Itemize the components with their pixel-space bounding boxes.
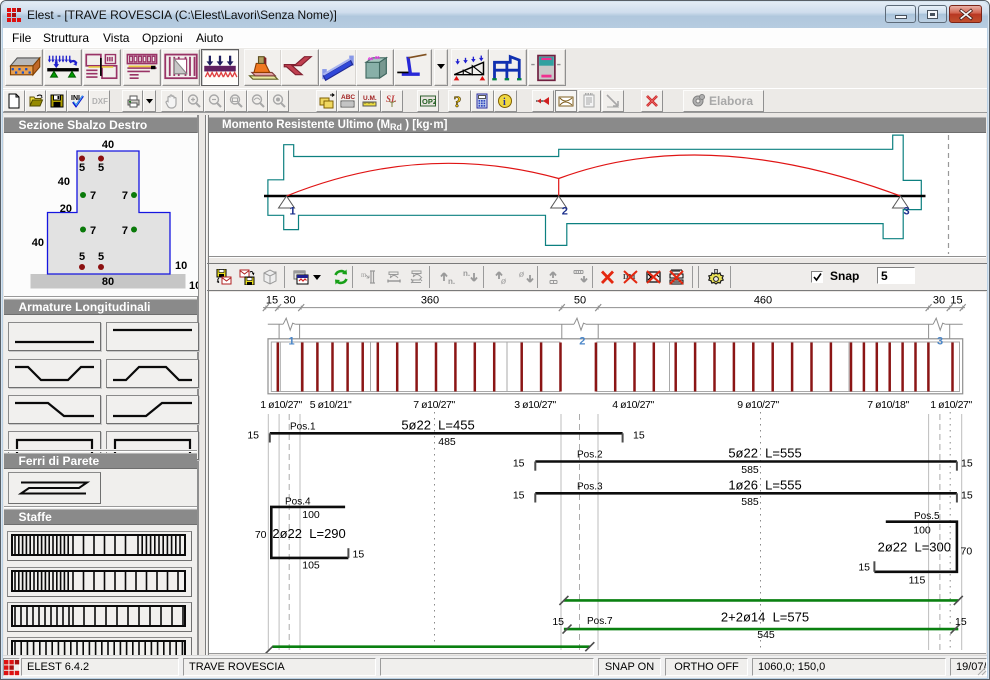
svg-text:1: 1 bbox=[290, 206, 296, 218]
svg-text:15: 15 bbox=[633, 429, 645, 441]
svg-text:10: 10 bbox=[175, 260, 187, 272]
svg-text:ABC: ABC bbox=[341, 94, 355, 101]
svg-text:n.: n. bbox=[448, 277, 455, 285]
svg-text:460: 460 bbox=[754, 295, 772, 307]
svg-text:2: 2 bbox=[562, 206, 568, 218]
svg-text:7: 7 bbox=[90, 225, 96, 237]
svg-text:545: 545 bbox=[757, 629, 775, 641]
svg-text:7 ø10/27": 7 ø10/27" bbox=[413, 399, 455, 411]
svg-text:15: 15 bbox=[858, 561, 870, 573]
svg-text:9 ø10/27": 9 ø10/27" bbox=[737, 399, 779, 411]
svg-text:4 ø10/27": 4 ø10/27" bbox=[612, 399, 654, 411]
svg-text:5ø22 L=455: 5ø22 L=455 bbox=[401, 418, 474, 433]
svg-text:7: 7 bbox=[121, 225, 127, 237]
svg-text:15: 15 bbox=[247, 429, 259, 441]
svg-text:40: 40 bbox=[101, 139, 113, 151]
svg-text:5 ø10/21": 5 ø10/21" bbox=[310, 399, 352, 411]
svg-text:?: ? bbox=[453, 94, 461, 109]
svg-text:15: 15 bbox=[961, 489, 973, 501]
svg-text:15: 15 bbox=[513, 458, 525, 470]
svg-text:115: 115 bbox=[909, 574, 926, 586]
svg-text:105: 105 bbox=[302, 560, 320, 572]
svg-text:360: 360 bbox=[421, 295, 439, 307]
svg-text:3 ø10/27": 3 ø10/27" bbox=[514, 399, 556, 411]
svg-text:ø: ø bbox=[518, 269, 525, 280]
svg-text:20: 20 bbox=[59, 203, 71, 215]
svg-text:2ø22 L=300: 2ø22 L=300 bbox=[878, 540, 951, 555]
svg-text:485: 485 bbox=[438, 436, 456, 448]
svg-text:2ø22 L=290: 2ø22 L=290 bbox=[272, 526, 345, 541]
svg-text:5: 5 bbox=[78, 251, 84, 263]
svg-text:7 ø10/18": 7 ø10/18" bbox=[867, 399, 909, 411]
svg-text:15: 15 bbox=[961, 458, 973, 470]
svg-text:10: 10 bbox=[189, 280, 198, 292]
svg-text:50: 50 bbox=[574, 295, 586, 307]
svg-text:n.: n. bbox=[463, 269, 470, 278]
svg-text:i: i bbox=[503, 97, 506, 108]
svg-text:585: 585 bbox=[741, 496, 759, 508]
svg-text:40: 40 bbox=[31, 237, 43, 249]
svg-text:1ø26 L=555: 1ø26 L=555 bbox=[728, 477, 801, 492]
svg-text:Pos.3: Pos.3 bbox=[577, 481, 603, 492]
svg-text:Pos.5: Pos.5 bbox=[914, 511, 940, 522]
svg-text:DXF: DXF bbox=[92, 97, 108, 106]
svg-text:7: 7 bbox=[90, 190, 96, 202]
svg-text:585: 585 bbox=[741, 464, 759, 476]
svg-text:5: 5 bbox=[78, 162, 84, 174]
svg-text:U.M.: U.M. bbox=[363, 95, 377, 102]
svg-text:30: 30 bbox=[283, 295, 295, 307]
svg-text:Pos.1: Pos.1 bbox=[290, 422, 316, 433]
svg-text:1 ø10/27": 1 ø10/27" bbox=[260, 399, 302, 411]
svg-text:3: 3 bbox=[904, 206, 910, 218]
svg-text:Pos.7: Pos.7 bbox=[587, 616, 613, 627]
svg-text:40: 40 bbox=[57, 176, 69, 188]
svg-text:3: 3 bbox=[937, 336, 943, 348]
svg-text:Pos.4: Pos.4 bbox=[285, 496, 311, 507]
svg-text:30: 30 bbox=[933, 295, 945, 307]
svg-text:5: 5 bbox=[97, 162, 103, 174]
svg-text:80: 80 bbox=[101, 276, 113, 288]
svg-text:70: 70 bbox=[255, 529, 267, 541]
svg-text:1 ø10/27": 1 ø10/27" bbox=[930, 399, 972, 411]
svg-text:Pos.2: Pos.2 bbox=[577, 450, 603, 461]
svg-text:2+2ø14 L=575: 2+2ø14 L=575 bbox=[721, 610, 809, 625]
svg-text:7: 7 bbox=[121, 190, 127, 202]
svg-text:2: 2 bbox=[579, 336, 585, 348]
svg-text:ø: ø bbox=[500, 276, 507, 285]
svg-text:15: 15 bbox=[955, 616, 967, 628]
svg-text:100: 100 bbox=[913, 525, 931, 537]
svg-text:15: 15 bbox=[552, 616, 564, 628]
svg-text:15: 15 bbox=[513, 489, 525, 501]
svg-text:15: 15 bbox=[950, 295, 962, 307]
svg-text:5: 5 bbox=[97, 251, 103, 263]
svg-text:70: 70 bbox=[961, 546, 973, 558]
svg-text:1: 1 bbox=[288, 336, 294, 348]
svg-text:15: 15 bbox=[266, 295, 278, 307]
svg-text:15: 15 bbox=[353, 549, 365, 561]
svg-text:100: 100 bbox=[302, 509, 320, 521]
svg-text:5ø22 L=555: 5ø22 L=555 bbox=[728, 446, 801, 461]
svg-text:OPZ: OPZ bbox=[422, 97, 436, 106]
